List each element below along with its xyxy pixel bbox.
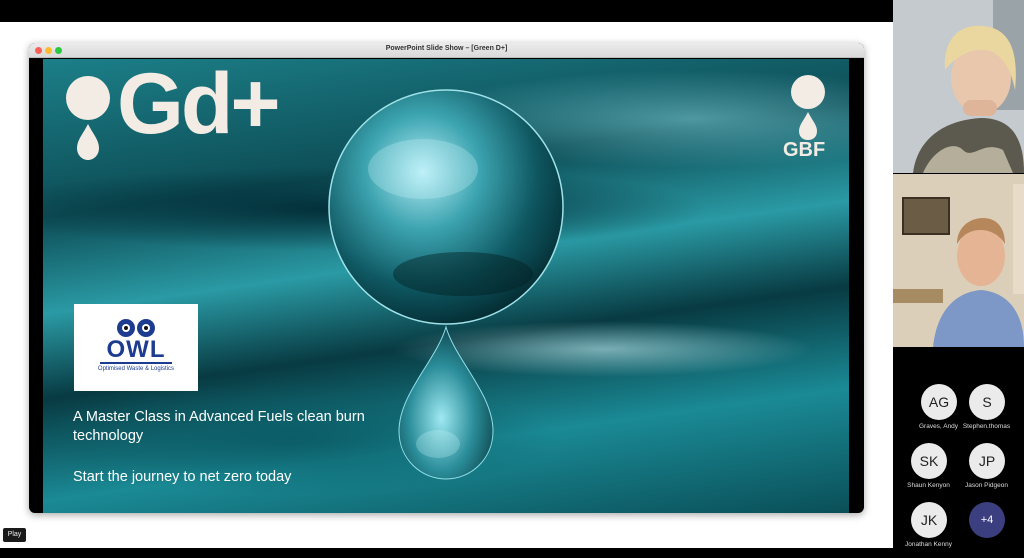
window-titlebar[interactable]: PowerPoint Slide Show – [Green D+] <box>29 43 864 58</box>
avatar: AG <box>921 384 957 420</box>
gbf-drop-logo-icon <box>791 75 825 140</box>
window-title: PowerPoint Slide Show – [Green D+] <box>385 45 508 52</box>
avatar: SK <box>911 443 947 479</box>
participant-video-1-feed <box>893 0 1024 173</box>
presentation-slide[interactable]: Gd+ GBF OWL Optimised Waste & Logistics <box>43 59 849 513</box>
participant-tile[interactable]: S Stephen.thomas <box>959 384 1014 440</box>
owl-logo-name: OWL <box>106 336 166 363</box>
owl-eyes-icon <box>117 319 155 337</box>
play-button[interactable]: Play <box>3 528 26 542</box>
more-participants-tile[interactable]: +4 <box>959 502 1014 558</box>
participant-tile[interactable]: SK Shaun Kenyon <box>901 443 956 499</box>
participant-name: Stephen.thomas <box>962 423 1011 430</box>
slideshow-window[interactable]: PowerPoint Slide Show – [Green D+] Gd+ G… <box>29 43 864 513</box>
participant-name: Jason Pidgeon <box>964 482 1008 489</box>
more-participants-badge: +4 <box>969 502 1005 538</box>
avatar: JK <box>911 502 947 538</box>
participant-tile[interactable]: JP Jason Pidgeon <box>959 443 1014 499</box>
participant-video-2[interactable] <box>893 174 1024 347</box>
owl-logo-tagline: Optimised Waste & Logistics <box>97 366 175 372</box>
top-strip <box>0 0 893 22</box>
meeting-screen: PowerPoint Slide Show – [Green D+] Gd+ G… <box>0 0 1024 548</box>
brand-title: Gd+ <box>117 59 281 152</box>
participant-tile[interactable]: JK Jonathan Kenny <box>901 502 956 558</box>
slide-headline: A Master Class in Advanced Fuels clean b… <box>73 409 365 444</box>
owl-partner-logo: OWL Optimised Waste & Logistics <box>74 304 198 391</box>
avatar: S <box>969 384 1005 420</box>
gd-drop-logo-icon <box>66 76 110 160</box>
participants-panel: AG Graves, Andy S Stephen.thomas SK Shau… <box>893 0 1024 548</box>
avatar: JP <box>969 443 1005 479</box>
participant-video-2-feed <box>893 174 1024 347</box>
participant-name: Jonathan Kenny <box>905 541 952 548</box>
gbf-logo-text: GBF <box>783 139 826 161</box>
owl-logo-divider <box>100 362 172 364</box>
slide-subheadline: Start the journey to net zero today <box>73 469 292 485</box>
participant-video-1[interactable] <box>893 0 1024 173</box>
participant-tile[interactable]: AG Graves, Andy <box>911 384 966 440</box>
